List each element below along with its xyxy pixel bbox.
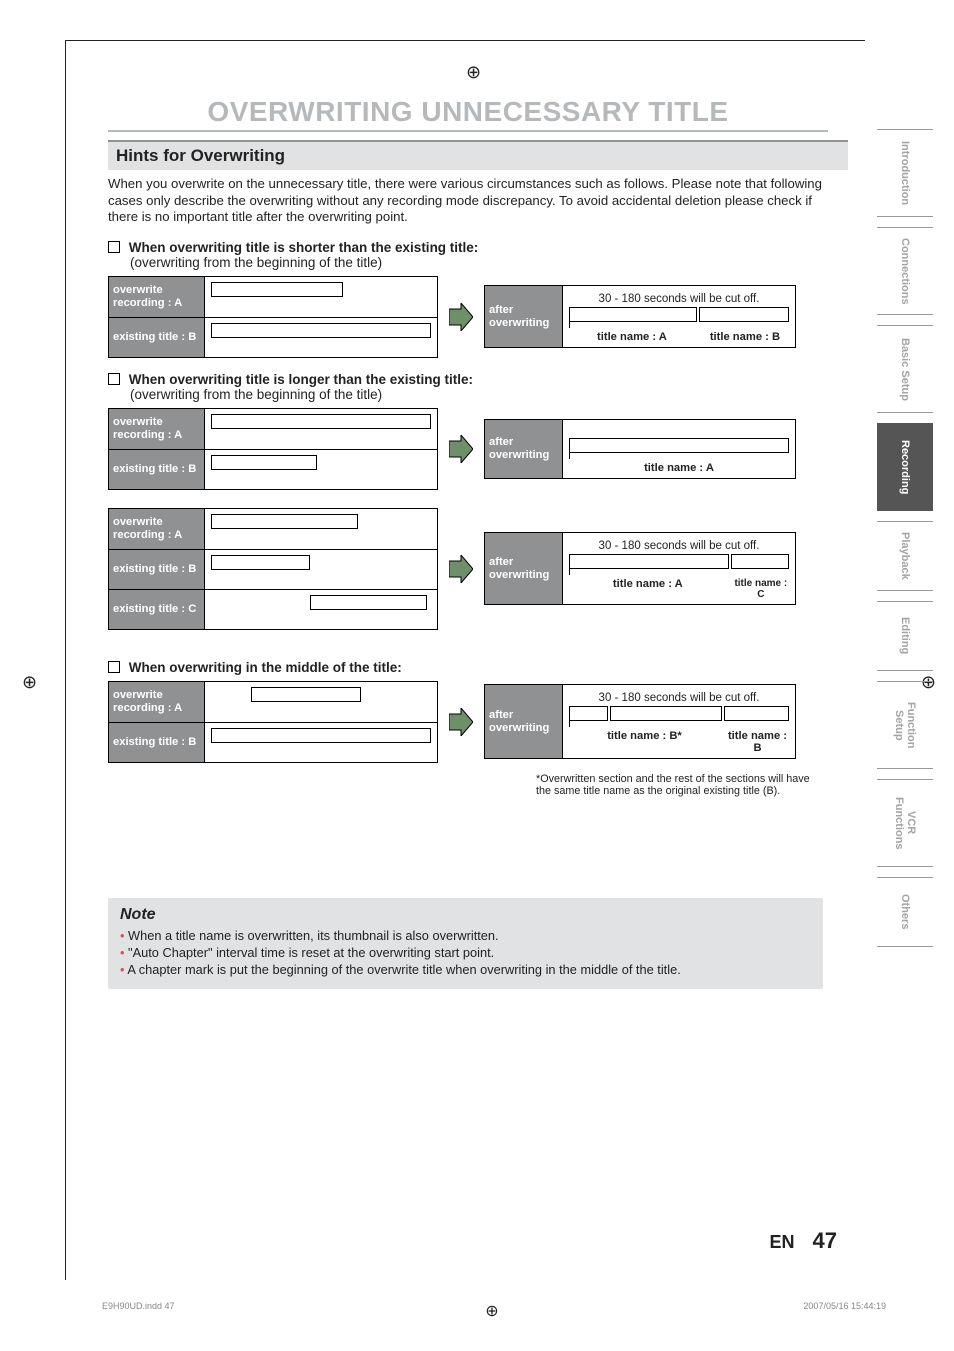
note-item: When a title name is overwritten, its th… xyxy=(120,928,811,943)
label-existing-b: existing title : B xyxy=(109,722,205,762)
result-title-a: title name : A xyxy=(569,331,695,343)
footer-lang: EN xyxy=(770,1232,795,1253)
result-title-b: title name : B xyxy=(726,730,789,754)
tab-recording[interactable]: Recording xyxy=(877,423,933,511)
before-box-3: overwrite recording : A existing title :… xyxy=(108,681,438,763)
footline-left: E9H90UD.indd 47 xyxy=(102,1301,175,1311)
label-existing-b: existing title : B xyxy=(109,549,205,589)
label-after: after overwriting xyxy=(485,420,563,478)
label-existing-b: existing title : B xyxy=(109,317,205,357)
arrow-icon xyxy=(448,303,474,331)
note-title: Note xyxy=(120,906,811,924)
cutoff-text: 30 - 180 seconds will be cut off. xyxy=(569,540,789,552)
label-overwrite-a: overwrite recording : A xyxy=(109,277,205,317)
cutoff-text: 30 - 180 seconds will be cut off. xyxy=(569,293,789,305)
page-frame: OVERWRITING UNNECESSARY TITLE Hints for … xyxy=(65,40,865,1280)
label-after: after overwriting xyxy=(485,685,563,758)
crop-mark-left: ⊕ xyxy=(22,672,37,693)
arrow-icon xyxy=(448,435,474,463)
after-box-1: after overwriting 30 - 180 seconds will … xyxy=(484,285,796,348)
scenario-1: overwrite recording : A existing title :… xyxy=(108,276,865,358)
tab-editing[interactable]: Editing xyxy=(877,601,933,671)
tab-connections[interactable]: Connections xyxy=(877,227,933,315)
label-after: after overwriting xyxy=(485,533,563,604)
side-tabs: Introduction Connections Basic Setup Rec… xyxy=(877,129,933,947)
lane-b-1 xyxy=(205,317,437,357)
footnote: *Overwritten section and the rest of the… xyxy=(536,773,817,799)
footline-right: 2007/05/16 15:44:19 xyxy=(803,1301,886,1311)
print-footline: E9H90UD.indd 47 ⊕ 2007/05/16 15:44:19 xyxy=(80,1301,904,1311)
note-item: A chapter mark is put the beginning of t… xyxy=(120,962,811,977)
result-title-bstar: title name : B* xyxy=(569,730,720,754)
tab-vcr-functions[interactable]: VCR Functions xyxy=(877,779,933,867)
case3-heading: When overwriting in the middle of the ti… xyxy=(108,660,865,675)
lane-ow-1 xyxy=(205,277,437,317)
before-box-2a: overwrite recording : A existing title :… xyxy=(108,408,438,490)
scenario-2b: overwrite recording : A existing title :… xyxy=(108,508,865,630)
result-lane-1: 30 - 180 seconds will be cut off. title … xyxy=(563,286,795,347)
case3-bold: When overwriting in the middle of the ti… xyxy=(129,660,402,675)
checkbox-icon xyxy=(108,661,120,673)
arrow-icon xyxy=(448,555,474,583)
case2-light: (overwriting from the beginning of the t… xyxy=(130,387,865,402)
before-box-1: overwrite recording : A existing title :… xyxy=(108,276,438,358)
page-footer: EN 47 xyxy=(770,1228,838,1254)
checkbox-icon xyxy=(108,241,120,253)
page-title: OVERWRITING UNNECESSARY TITLE xyxy=(108,96,828,132)
note-box: Note When a title name is overwritten, i… xyxy=(108,898,823,989)
case1-heading: When overwriting title is shorter than t… xyxy=(108,240,865,270)
tab-others[interactable]: Others xyxy=(877,877,933,947)
checkbox-icon xyxy=(108,373,120,385)
note-list: When a title name is overwritten, its th… xyxy=(120,928,811,977)
case2-bold: When overwriting title is longer than th… xyxy=(129,372,473,387)
label-existing-c: existing title : C xyxy=(109,589,205,629)
result-title-a: title name : A xyxy=(569,462,789,474)
scenario-2a: overwrite recording : A existing title :… xyxy=(108,408,865,490)
result-title-a: title name : A xyxy=(569,578,727,600)
scenario-3: overwrite recording : A existing title :… xyxy=(108,681,865,763)
tab-basic-setup[interactable]: Basic Setup xyxy=(877,325,933,413)
note-item: "Auto Chapter" interval time is reset at… xyxy=(120,945,811,960)
before-box-2b: overwrite recording : A existing title :… xyxy=(108,508,438,630)
label-overwrite-a: overwrite recording : A xyxy=(109,682,205,722)
section-heading: Hints for Overwriting xyxy=(108,140,848,170)
footer-page: 47 xyxy=(813,1228,837,1254)
case1-bold: When overwriting title is shorter than t… xyxy=(129,240,479,255)
after-box-2b: after overwriting 30 - 180 seconds will … xyxy=(484,532,796,605)
crop-mark-bottom: ⊕ xyxy=(485,1301,498,1321)
after-box-3: after overwriting 30 - 180 seconds will … xyxy=(484,684,796,759)
tab-introduction[interactable]: Introduction xyxy=(877,129,933,217)
tab-function-setup[interactable]: Function Setup xyxy=(877,681,933,769)
result-title-b: title name : B xyxy=(701,331,789,343)
cutoff-text: 30 - 180 seconds will be cut off. xyxy=(569,692,789,704)
label-overwrite-a: overwrite recording : A xyxy=(109,409,205,449)
result-title-c: title name : C xyxy=(733,578,789,600)
case2-heading: When overwriting title is longer than th… xyxy=(108,372,865,402)
tab-playback[interactable]: Playback xyxy=(877,521,933,591)
label-overwrite-a: overwrite recording : A xyxy=(109,509,205,549)
intro-paragraph: When you overwrite on the unnecessary ti… xyxy=(108,176,823,226)
arrow-icon xyxy=(448,708,474,736)
label-existing-b: existing title : B xyxy=(109,449,205,489)
case1-light: (overwriting from the beginning of the t… xyxy=(130,255,865,270)
label-after: after overwriting xyxy=(485,286,563,347)
after-box-2a: after overwriting title name : A xyxy=(484,419,796,479)
